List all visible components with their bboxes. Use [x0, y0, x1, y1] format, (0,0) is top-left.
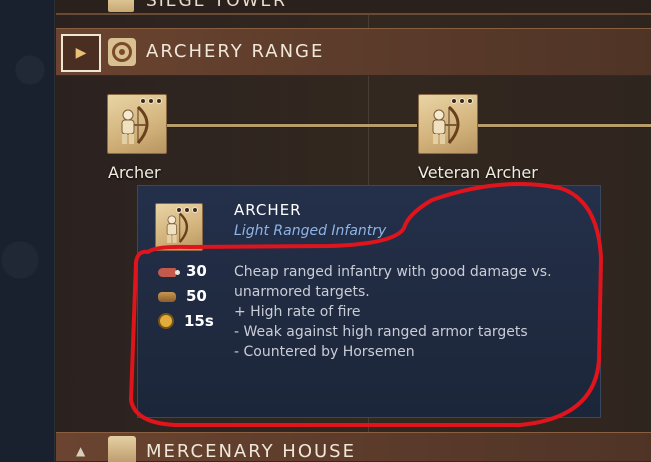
unit-card-veteran-archer[interactable]	[418, 94, 478, 154]
description-line: unarmored targets.	[234, 284, 370, 300]
section-header-archery-range[interactable]: ▶ ARCHERY RANGE	[56, 28, 651, 76]
wood-icon	[158, 292, 176, 302]
unit-tooltip: ARCHER Light Ranged Infantry 30 50 15s C…	[137, 185, 601, 418]
section-title: ARCHERY RANGE	[146, 41, 325, 62]
cost-time: 15s	[158, 311, 214, 331]
previous-section-row[interactable]: SIEGE TOWER	[56, 0, 651, 15]
wood-cost: 50	[186, 287, 207, 305]
unit-name-veteran-archer: Veteran Archer	[418, 163, 538, 182]
chevron-right-icon: ▶	[75, 45, 87, 61]
unit-card-archer[interactable]	[107, 94, 167, 154]
clock-icon	[158, 313, 174, 329]
description-line: - Weak against high ranged armor targets	[234, 324, 528, 340]
previous-section-label: SIEGE TOWER	[146, 0, 287, 11]
description-line: Cheap ranged infantry with good damage v…	[234, 264, 552, 280]
left-border	[0, 0, 55, 462]
train-time: 15s	[184, 312, 214, 330]
food-cost: 30	[186, 262, 207, 280]
section-header-mercenary-house[interactable]: ▲ MERCENARY HOUSE	[56, 432, 651, 462]
description-line: - Countered by Horsemen	[234, 344, 415, 360]
expand-button[interactable]: ▶	[61, 34, 101, 72]
food-icon	[158, 267, 180, 277]
unit-name-archer: Archer	[108, 163, 161, 182]
chevron-up-icon[interactable]: ▲	[76, 444, 85, 458]
description-line: + High rate of fire	[234, 304, 361, 320]
cost-food: 30	[158, 261, 207, 281]
unit-connector	[478, 124, 651, 127]
section-title: MERCENARY HOUSE	[146, 441, 356, 462]
veteran-archer-portrait	[418, 94, 478, 154]
target-icon	[108, 38, 136, 66]
siege-tower-icon	[108, 0, 134, 12]
unit-connector	[167, 124, 417, 127]
tooltip-unit-class: Light Ranged Infantry	[234, 223, 387, 239]
archer-portrait	[107, 94, 167, 154]
tooltip-unit-name: ARCHER	[234, 201, 302, 219]
tooltip-archer-portrait	[155, 203, 203, 251]
tooltip-description: Cheap ranged infantry with good damage v…	[234, 262, 584, 362]
mercenary-house-icon	[108, 436, 136, 462]
cost-wood: 50	[158, 286, 207, 306]
